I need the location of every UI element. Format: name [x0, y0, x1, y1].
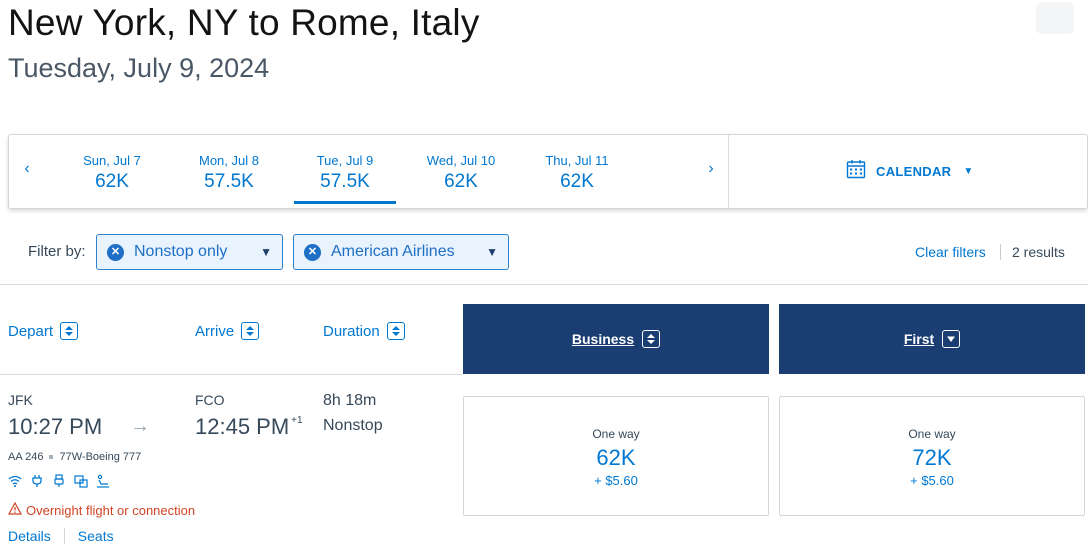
date-option-jul-9-selected[interactable]: Tue, Jul 9 57.5K [290, 135, 400, 210]
arrival-time: 12:45 PM [195, 414, 290, 439]
separator-dot [49, 455, 54, 459]
date-option-jul-8[interactable]: Mon, Jul 8 57.5K [174, 135, 284, 210]
fare-taxes: + $5.60 [594, 473, 638, 488]
stops-label: Nonstop [323, 417, 383, 434]
fare-type-label: One way [592, 427, 640, 441]
power-icon [30, 474, 44, 488]
selected-date-underline [294, 201, 396, 204]
overnight-warning: Overnight flight or connection [7, 501, 196, 518]
day-offset: +1 [291, 415, 303, 426]
filter-chip-label: American Airlines [331, 243, 455, 260]
column-label: Arrive [195, 322, 235, 340]
date-price: 62K [560, 171, 594, 192]
date-label: Tue, Jul 9 [316, 153, 374, 168]
filter-chip-label: Nonstop only [134, 243, 228, 260]
first-fare-button[interactable]: One way 72K + $5.60 [779, 396, 1085, 516]
calendar-label: CALENDAR [876, 164, 952, 179]
departure-time: 10:27 PM [8, 414, 103, 439]
origin-airport: JFK [8, 392, 33, 408]
business-cabin-header[interactable]: Business [463, 304, 769, 374]
entertainment-icon [74, 474, 88, 488]
sort-icon [60, 322, 79, 340]
fare-miles: 62K [596, 445, 636, 470]
sort-by-depart[interactable]: Depart [8, 322, 79, 340]
date-price: 57.5K [204, 171, 254, 192]
results-count: 2 results [1012, 244, 1065, 260]
date-label: Wed, Jul 10 [426, 153, 496, 168]
seats-link[interactable]: Seats [78, 528, 114, 544]
flight-duration: 8h 18m [323, 392, 377, 409]
fare-type-label: One way [908, 427, 956, 441]
next-dates-arrow-icon[interactable]: › [701, 160, 721, 178]
chevron-down-icon: ▼ [963, 166, 974, 177]
divider [63, 528, 65, 544]
divider [0, 284, 1088, 285]
date-price: 62K [444, 171, 478, 192]
business-fare-button[interactable]: One way 62K + $5.60 [463, 396, 769, 516]
amenities-list [8, 474, 110, 488]
clear-filters-link[interactable]: Clear filters [915, 244, 986, 260]
sort-by-duration[interactable]: Duration [323, 322, 405, 340]
sort-icon [642, 330, 661, 348]
date-price: 62K [95, 171, 129, 192]
sort-icon [241, 322, 260, 340]
date-option-jul-7[interactable]: Sun, Jul 7 62K [57, 135, 167, 210]
remove-filter-icon[interactable]: ✕ [107, 243, 124, 261]
calendar-button[interactable]: CALENDAR ▼ [846, 159, 973, 184]
travel-date: Tuesday, July 9, 2024 [8, 53, 270, 83]
flight-number: AA 246 [8, 451, 44, 463]
divider [1000, 244, 1001, 260]
corner-placeholder [1036, 2, 1074, 34]
column-label: Depart [8, 322, 54, 340]
warning-text: Overnight flight or connection [26, 502, 196, 518]
cabin-label: First [903, 331, 935, 347]
fare-miles: 72K [912, 445, 952, 470]
aircraft-type: 77W-Boeing 777 [59, 451, 142, 463]
filter-chip-nonstop[interactable]: ✕ Nonstop only ▼ [96, 234, 283, 270]
divider [0, 374, 463, 375]
filter-by-label: Filter by: [28, 243, 86, 260]
destination-airport: FCO [195, 392, 225, 408]
page-title: New York, NY to Rome, Italy [8, 2, 480, 43]
date-option-jul-10[interactable]: Wed, Jul 10 62K [406, 135, 516, 210]
cabin-label: Business [571, 331, 635, 347]
calendar-icon [846, 159, 866, 184]
filter-chip-american-airlines[interactable]: ✕ American Airlines ▼ [293, 234, 509, 270]
date-label: Mon, Jul 8 [199, 153, 259, 168]
divider [728, 135, 729, 208]
column-label: Duration [323, 322, 380, 340]
date-price: 57.5K [320, 171, 370, 192]
flight-links: Details Seats [8, 528, 114, 544]
chevron-down-icon: ▼ [260, 245, 272, 259]
previous-dates-arrow-icon[interactable]: ‹ [17, 160, 37, 178]
date-option-jul-11[interactable]: Thu, Jul 11 62K [522, 135, 632, 210]
fare-taxes: + $5.60 [910, 473, 954, 488]
sort-by-arrive[interactable]: Arrive [195, 322, 260, 340]
first-cabin-header[interactable]: First [779, 304, 1085, 374]
warning-icon [7, 501, 23, 518]
date-selector-bar: ‹ Sun, Jul 7 62K Mon, Jul 8 57.5K Tue, J… [8, 134, 1088, 209]
wifi-icon [8, 474, 22, 488]
arrival-time-wrapper: 12:45 PM +1 [195, 414, 303, 440]
arrow-right-icon: → [130, 415, 150, 437]
flight-info: AA 246 77W-Boeing 777 [8, 451, 141, 463]
date-label: Thu, Jul 11 [545, 153, 609, 168]
date-label: Sun, Jul 7 [83, 153, 141, 168]
sort-descending-icon [942, 330, 961, 348]
chevron-down-icon: ▼ [486, 245, 498, 259]
sort-icon [386, 322, 405, 340]
details-link[interactable]: Details [8, 528, 51, 544]
usb-icon [52, 474, 66, 488]
lie-flat-seat-icon [96, 474, 110, 488]
remove-filter-icon[interactable]: ✕ [304, 243, 321, 261]
